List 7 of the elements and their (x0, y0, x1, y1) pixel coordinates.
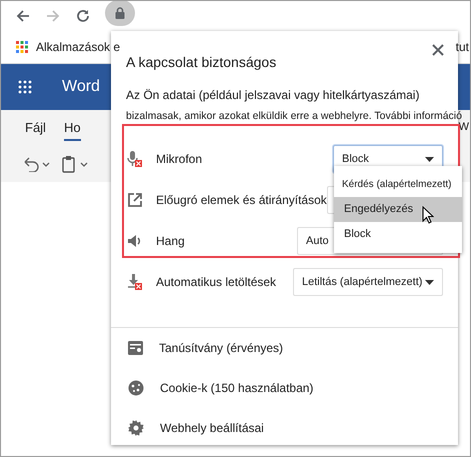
permission-label: Mikrofon (156, 152, 204, 166)
description-text: Az Ön adatai (például jelszavai vagy hitelkártyaszámai) (126, 88, 420, 102)
popup-title: A kapcsolat biztonságos (126, 54, 276, 70)
permission-label: Hang (156, 234, 186, 248)
permission-label: Automatikus letöltések (156, 274, 278, 288)
permission-label: Előugró elemek és átirányítások (156, 192, 327, 206)
app-name: Word (62, 78, 100, 96)
